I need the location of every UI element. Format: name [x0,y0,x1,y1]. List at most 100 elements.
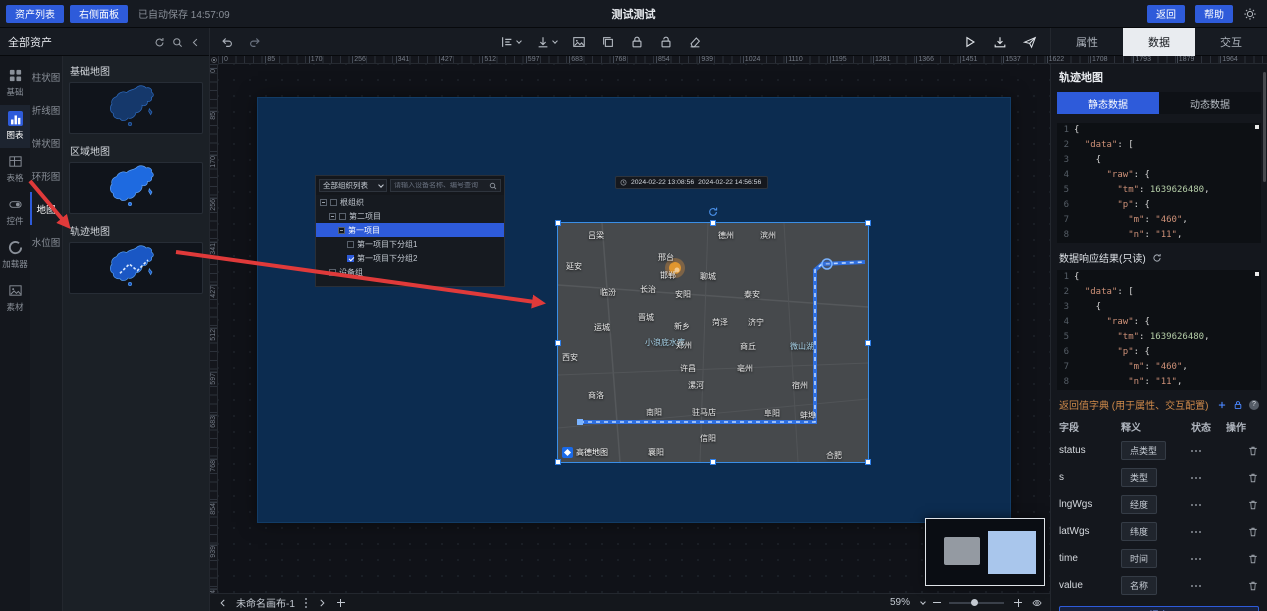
delete-field-icon[interactable] [1247,472,1259,484]
zoom-out-icon[interactable] [933,602,941,603]
lock-icon[interactable] [630,35,644,49]
resize-handle-sw[interactable] [555,459,561,465]
lock-fields-icon[interactable] [1233,400,1243,410]
rail-item-tables[interactable]: 表格 [0,148,30,191]
delete-field-icon[interactable] [1247,553,1259,565]
delete-field-icon[interactable] [1247,499,1259,511]
data-tab-dynamic[interactable]: 动态数据 [1159,92,1261,114]
category-item-line[interactable]: 折线图 [30,93,62,126]
checkbox[interactable] [347,241,354,248]
tree-node[interactable]: 第二项目 [316,209,504,223]
resize-handle-e[interactable] [865,340,871,346]
device-search-input[interactable] [394,182,489,189]
minimap[interactable] [925,518,1045,586]
zoom-caret-icon[interactable] [920,599,926,605]
tree-node[interactable]: 第一项目下分组1 [316,237,504,251]
resize-handle-ne[interactable] [865,220,871,226]
category-item-bar[interactable]: 柱状图 [30,60,62,93]
checkbox[interactable] [329,269,336,276]
panel-tab-data[interactable]: 数据 [1123,28,1195,56]
asset-list-button[interactable]: 资产列表 [6,5,64,23]
canvas-menu-icon[interactable] [305,602,307,604]
add-field-icon[interactable] [1217,400,1227,410]
datetime-range-picker[interactable]: 2024-02-22 13:08:56 2024-02-22 14:56:56 [615,176,768,189]
back-button[interactable]: 返回 [1147,5,1185,23]
rail-item-loaders[interactable]: 加载器 [0,234,30,277]
tree-node[interactable]: 第一项目 [316,223,504,237]
more-actions-icon[interactable] [1191,585,1226,587]
panel-tab-interaction[interactable]: 交互 [1195,28,1267,56]
zoom-slider-thumb[interactable] [971,599,978,606]
org-select[interactable]: 全部组织列表 [319,179,387,192]
refresh-icon[interactable] [154,37,165,48]
more-actions-icon[interactable] [1191,477,1226,479]
undo-icon[interactable] [220,35,234,49]
delete-field-icon[interactable] [1247,445,1259,457]
collapse-panel-icon[interactable] [190,37,201,48]
search-icon[interactable] [489,182,497,190]
right-panel-button[interactable]: 右侧面板 [70,5,128,23]
category-item-donut[interactable]: 环形图 [30,159,62,192]
layer-order-dropdown-icon[interactable] [536,35,557,49]
ruler-origin-icon[interactable] [210,56,218,64]
expander-icon[interactable] [320,199,327,206]
group-icon[interactable] [572,35,586,49]
resize-handle-nw[interactable] [555,220,561,226]
more-actions-icon[interactable] [1191,504,1226,506]
more-actions-icon[interactable] [1191,558,1226,560]
align-dropdown-icon[interactable] [500,35,521,49]
expander-icon[interactable] [329,213,336,220]
zoom-level[interactable]: 59% [890,597,910,608]
tree-node[interactable]: 设备组 [316,265,504,279]
search-icon[interactable] [172,37,183,48]
viewer-resize-handle[interactable] [1255,272,1259,276]
save-icon[interactable] [993,35,1007,49]
tree-node[interactable]: 第一项目下分组2 [316,251,504,265]
delete-field-icon[interactable] [1247,526,1259,538]
more-actions-icon[interactable] [1191,450,1226,452]
editor-resize-handle[interactable] [1255,125,1259,129]
static-data-editor[interactable]: 1{2 "data": [3 {4 "raw": {5 "tm": 163962… [1057,123,1261,243]
resize-handle-n[interactable] [710,220,716,226]
unlock-icon[interactable] [659,35,673,49]
zoom-in-icon[interactable] [1012,597,1024,609]
track-map-component[interactable]: 吕梁德州滨州邢台延安邯郸聊城临汾长治安阳泰安晋城新乡菏泽济宁运城小浪底水库郑州商… [558,223,868,462]
rotate-handle-icon[interactable] [707,206,719,218]
more-actions-icon[interactable] [1191,531,1226,533]
publish-icon[interactable] [1023,35,1037,49]
category-item-water[interactable]: 水位图 [30,225,62,258]
org-tree-widget[interactable]: 全部组织列表 根组织第二项目第一项目第一项目下分组1第一项目下分组2设备组 [315,175,505,287]
prev-canvas-icon[interactable] [218,598,228,608]
rail-item-controls[interactable]: 控件 [0,191,30,234]
artboard[interactable]: 全部组织列表 根组织第二项目第一项目第一项目下分组1第一项目下分组2设备组 20… [258,98,1010,522]
delete-field-icon[interactable] [1247,580,1259,592]
settings-gear-icon[interactable] [1243,7,1257,21]
fit-view-icon[interactable] [1032,598,1042,608]
checkbox[interactable] [339,213,346,220]
category-item-map[interactable]: 地图 [30,192,62,225]
checkbox[interactable] [347,255,354,262]
help-button[interactable]: 帮助 [1195,5,1233,23]
resize-handle-s[interactable] [710,459,716,465]
next-canvas-icon[interactable] [317,598,327,608]
resize-handle-se[interactable] [865,459,871,465]
data-tab-static[interactable]: 静态数据 [1057,92,1159,114]
category-item-pie[interactable]: 饼状图 [30,126,62,159]
add-canvas-icon[interactable] [335,597,347,609]
panel-tab-attributes[interactable]: 属性 [1051,28,1123,56]
zoom-slider[interactable] [949,602,1004,604]
refresh-response-icon[interactable] [1152,253,1162,263]
clear-canvas-icon[interactable] [688,35,702,49]
help-info-icon[interactable]: ? [1249,400,1259,410]
submit-button[interactable]: 提交 [1059,606,1259,611]
checkbox[interactable] [330,199,337,206]
resize-handle-w[interactable] [555,340,561,346]
response-data-viewer[interactable]: 1{2 "data": [3 {4 "raw": {5 "tm": 163962… [1057,270,1261,390]
asset-card-region[interactable]: 区域地图 [69,143,203,214]
asset-card-track[interactable]: 轨迹地图 [69,223,203,294]
preview-play-icon[interactable] [963,35,977,49]
duplicate-icon[interactable] [601,35,615,49]
rail-item-charts[interactable]: 图表 [0,105,30,148]
redo-icon[interactable] [248,35,262,49]
rail-item-materials[interactable]: 素材 [0,277,30,320]
